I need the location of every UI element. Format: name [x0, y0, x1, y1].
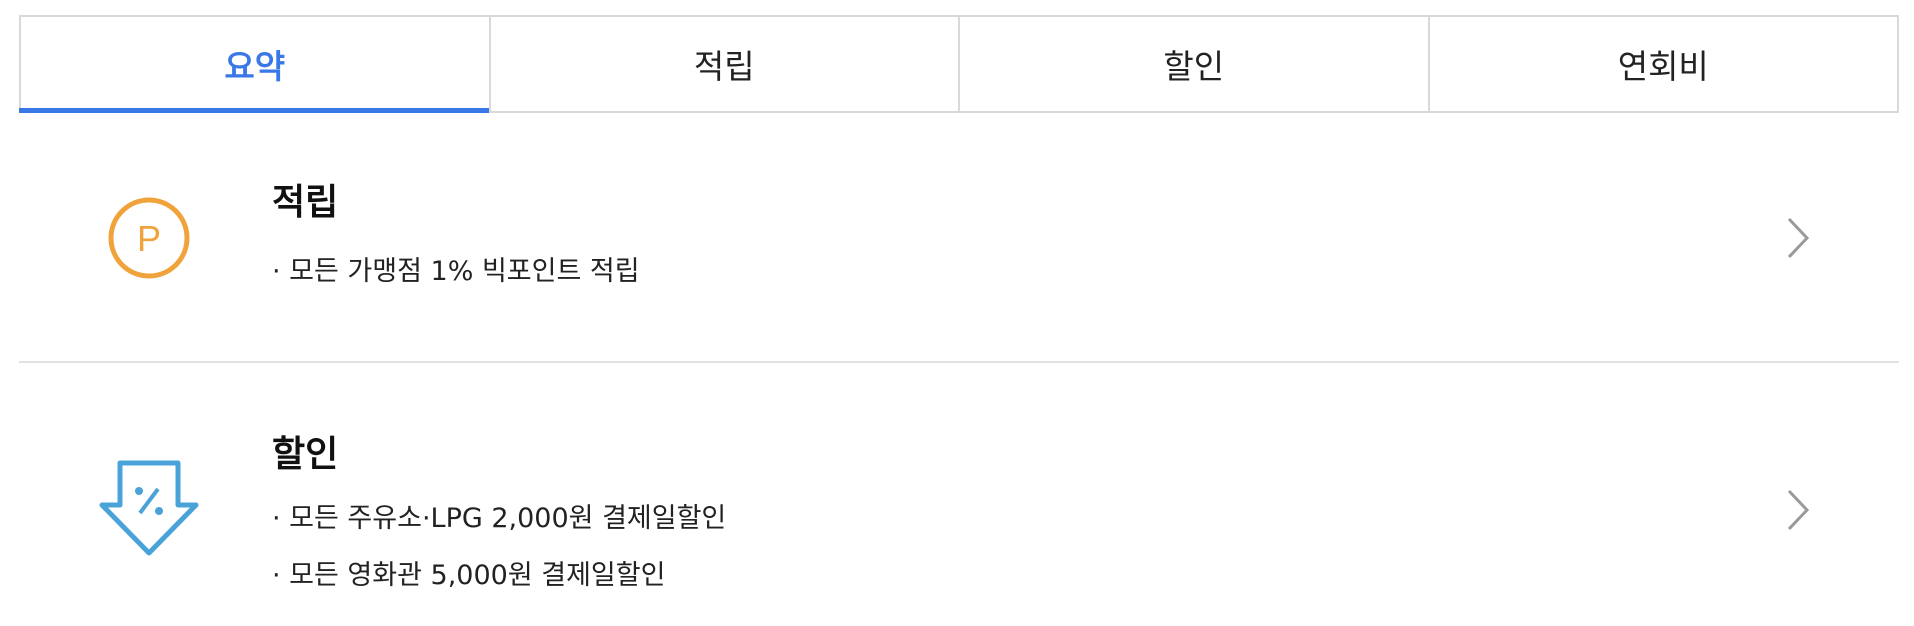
- tab-discount[interactable]: 할인: [960, 17, 1430, 111]
- benefit-detail-list: · 모든 가맹점 1% 빅포인트 적립: [272, 243, 640, 300]
- benefit-detail-item: · 모든 주유소·LPG 2,000원 결제일할인: [272, 503, 727, 534]
- benefit-detail-item: · 모든 영화관 5,000원 결제일할인: [272, 560, 666, 591]
- svg-text:P: P: [137, 218, 161, 259]
- card-benefit-panel: 요약 적립 할인 연회비 P 적립 · 모든 가맹점 1% 빅포인트 적립 할인…: [0, 0, 1914, 626]
- benefit-row-points[interactable]: P 적립 · 모든 가맹점 1% 빅포인트 적립: [19, 113, 1899, 363]
- tab-summary[interactable]: 요약: [19, 17, 491, 113]
- point-circle-icon: P: [94, 183, 204, 293]
- benefit-title: 적립: [272, 182, 339, 223]
- benefit-detail-list: · 모든 주유소·LPG 2,000원 결제일할인 · 모든 영화관 5,000…: [272, 490, 726, 604]
- discount-arrow-icon: [94, 455, 204, 565]
- chevron-right-icon[interactable]: [1777, 485, 1817, 535]
- benefit-tab-bar: 요약 적립 할인 연회비: [19, 15, 1899, 113]
- tab-points[interactable]: 적립: [491, 17, 960, 111]
- benefit-title: 할인: [272, 434, 339, 475]
- benefit-detail-item: · 모든 가맹점 1% 빅포인트 적립: [272, 256, 640, 287]
- tab-annual-fee[interactable]: 연회비: [1430, 17, 1898, 111]
- benefit-row-discount[interactable]: 할인 · 모든 주유소·LPG 2,000원 결제일할인 · 모든 영화관 5,…: [19, 365, 1899, 626]
- chevron-right-icon[interactable]: [1777, 213, 1817, 263]
